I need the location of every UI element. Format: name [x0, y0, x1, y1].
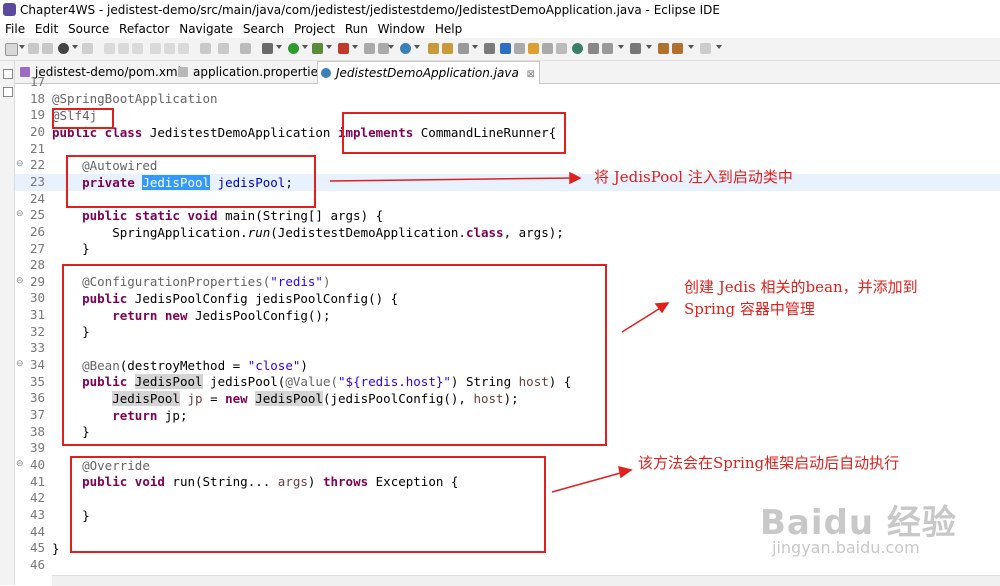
note-run-after-start: 该方法会在Spring框架启动后自动执行: [638, 454, 900, 472]
note-create-bean-line1: 创建 Jedis 相关的bean，并添加到: [684, 278, 918, 296]
baidu-watermark-url: jingyan.baidu.com: [772, 538, 920, 557]
horizontal-scrollbar[interactable]: [52, 575, 1000, 586]
arrow-to-note3: [551, 471, 625, 493]
arrowhead-note1: [569, 171, 582, 185]
arrowhead-note3: [618, 465, 633, 479]
baidu-watermark: Baidu 经验: [760, 503, 957, 543]
note-inject-jedispool: 将 JedisPool 注入到启动类中: [594, 168, 793, 186]
arrowhead-note2: [654, 302, 670, 314]
arrow-to-note1: [329, 177, 573, 182]
arrow-to-note2: [621, 306, 663, 333]
note-create-bean-line2: Spring 容器中管理: [684, 300, 815, 318]
